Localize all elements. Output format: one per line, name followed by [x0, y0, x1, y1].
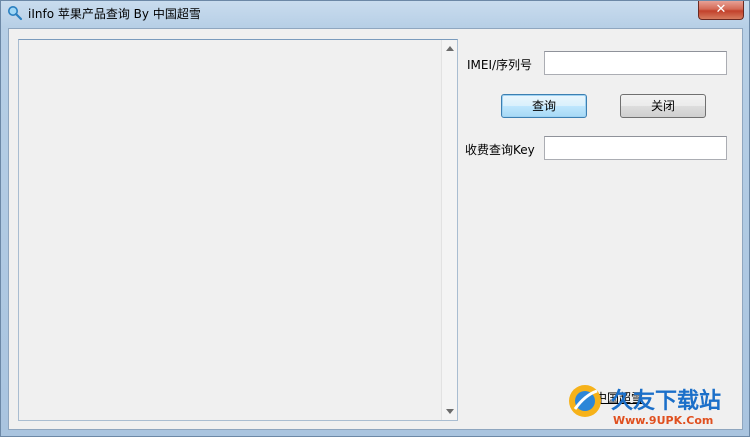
client-area: IMEI/序列号 查询 关闭 收费查询Key: [8, 28, 743, 430]
window-close-button[interactable]: ✕: [698, 1, 744, 20]
watermark-logo-icon: [569, 385, 601, 417]
app-window: iInfo 苹果产品查询 By 中国超雪 ✕ IMEI/序列号 查询 关闭 收费…: [0, 0, 750, 437]
watermark: 久友下载站 Www.9UPK.Com: [567, 383, 747, 433]
scroll-up-arrow-icon[interactable]: [446, 46, 454, 51]
vertical-scrollbar[interactable]: [441, 40, 457, 420]
key-label: 收费查询Key: [465, 143, 535, 157]
watermark-title: 久友下载站: [611, 389, 722, 414]
key-input[interactable]: [544, 136, 727, 160]
scroll-down-arrow-icon[interactable]: [446, 409, 454, 414]
imei-input[interactable]: [544, 51, 727, 75]
imei-label: IMEI/序列号: [467, 58, 533, 72]
close-button[interactable]: 关闭: [620, 94, 706, 118]
watermark-url: Www.9UPK.Com: [613, 414, 714, 427]
title-bar[interactable]: iInfo 苹果产品查询 By 中国超雪 ✕: [1, 1, 749, 27]
result-listbox[interactable]: [18, 39, 458, 421]
window-title: iInfo 苹果产品查询 By 中国超雪: [28, 7, 201, 21]
magnifier-icon: [8, 6, 23, 21]
query-button[interactable]: 查询: [501, 94, 587, 118]
